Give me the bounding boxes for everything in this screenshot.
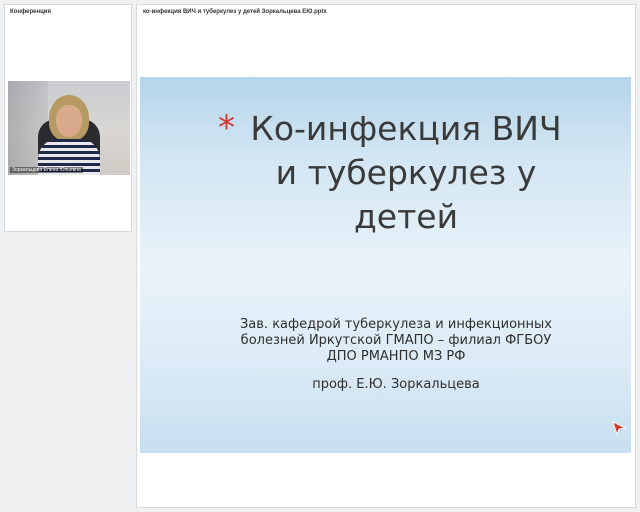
slide-subtitle-line: болезней Иркутской ГМАПО – филиал ФГБОУ xyxy=(240,333,552,348)
document-title: ко-инфекция ВИЧ и туберкулез у детей Зор… xyxy=(143,9,327,15)
conference-panel-title: Конференция xyxy=(10,9,51,15)
slide-title-line: детей xyxy=(353,197,459,236)
title-bullet-icon: * xyxy=(218,108,235,148)
participant-video-tile[interactable]: Зоркальцева Елена Юльевна xyxy=(8,81,130,175)
participant-name-label: Зоркальцева Елена Юльевна xyxy=(10,167,83,173)
slide-title-line: и туберкулез у xyxy=(275,153,537,192)
slide-author: проф. Е.Ю. Зоркальцева xyxy=(312,377,480,392)
participant-face xyxy=(56,105,82,137)
slide-subtitle-line: ДПО РМАНПО МЗ РФ xyxy=(326,349,466,364)
slide-subtitle-line: Зав. кафедрой туберкулеза и инфекционных xyxy=(239,317,553,332)
slide-title: Ко-инфекция ВИЧ и туберкулез у детей xyxy=(236,107,576,239)
slide-title-line: Ко-инфекция ВИЧ xyxy=(250,109,562,148)
presentation-slide[interactable]: * Ко-инфекция ВИЧ и туберкулез у детей З… xyxy=(140,77,631,453)
laser-pointer-icon xyxy=(612,421,626,435)
conference-panel: Конференция Зоркальцева Елена Юльевна xyxy=(4,4,132,232)
presentation-panel: ко-инфекция ВИЧ и туберкулез у детей Зор… xyxy=(136,4,636,508)
slide-subtitle: Зав. кафедрой туберкулеза и инфекционных… xyxy=(216,317,576,365)
